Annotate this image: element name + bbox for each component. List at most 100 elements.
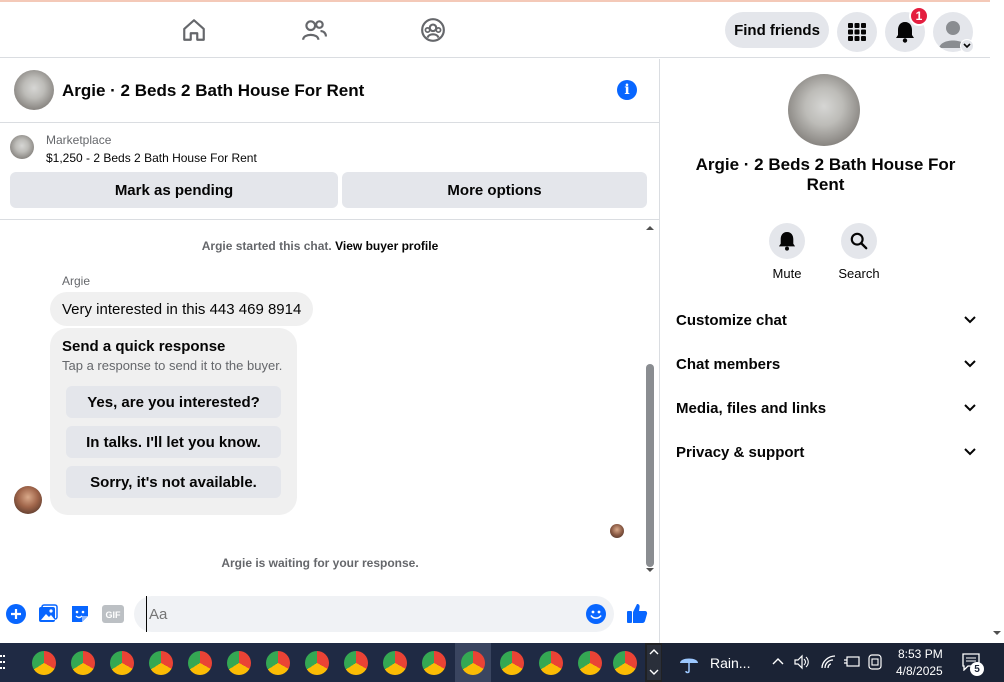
tray-chevron-up-icon[interactable]: [772, 657, 784, 665]
chat-members-row[interactable]: Chat members: [676, 353, 976, 375]
message-bubble[interactable]: Very interested in this 443 469 8914: [50, 292, 314, 326]
more-options-button[interactable]: More options: [342, 172, 647, 208]
chat-members-label: Chat members: [676, 355, 781, 373]
chrome-icon[interactable]: [344, 651, 368, 675]
bell-icon: [896, 22, 914, 43]
message-input-box[interactable]: [134, 596, 614, 632]
privacy-support-row[interactable]: Privacy & support: [676, 441, 976, 463]
chat-header: Argie · 2 Beds 2 Bath House For Rent i: [0, 59, 659, 123]
chat-started-text: Argie started this chat.: [201, 239, 332, 253]
view-buyer-profile-link[interactable]: View buyer profile: [335, 239, 438, 253]
chrome-icon[interactable]: [305, 651, 329, 675]
quick-response-in-talks[interactable]: In talks. I'll let you know.: [66, 426, 281, 458]
clock-date[interactable]: 4/8/2025: [896, 664, 943, 678]
page-scroll-down-icon[interactable]: [992, 629, 1002, 637]
taskbar-apps: [0, 643, 645, 682]
chrome-icon[interactable]: [613, 651, 637, 675]
customize-chat-row[interactable]: Customize chat: [676, 309, 976, 331]
info-icon[interactable]: i: [617, 80, 637, 100]
emoji-icon[interactable]: [586, 604, 606, 624]
customize-chat-label: Customize chat: [676, 311, 787, 329]
clock-time[interactable]: 8:53 PM: [898, 647, 943, 661]
menu-grid-button[interactable]: [837, 12, 877, 52]
groups-icon[interactable]: [419, 16, 447, 44]
chevron-down-icon[interactable]: [649, 668, 659, 676]
chrome-icon[interactable]: [71, 651, 95, 675]
details-title: Argie · 2 Beds 2 Bath House For Rent: [695, 155, 956, 194]
chrome-icon[interactable]: [227, 651, 251, 675]
umbrella-weather-icon[interactable]: [678, 653, 700, 675]
top-navigation-bar: Find friends 1: [0, 0, 990, 58]
gif-icon[interactable]: GIF: [102, 604, 124, 624]
message-input[interactable]: [146, 596, 576, 632]
sticker-icon[interactable]: [70, 604, 90, 624]
weather-text[interactable]: Rain...: [710, 655, 750, 671]
mute-bell-icon[interactable]: [769, 223, 805, 259]
chat-scroll-thumb[interactable]: [646, 364, 654, 567]
taskbar-overflow[interactable]: [647, 645, 661, 680]
action-center-badge: 5: [970, 662, 984, 676]
chrome-icon[interactable]: [188, 651, 212, 675]
chat-title[interactable]: Argie · 2 Beds 2 Bath House For Rent: [62, 81, 364, 101]
meet-now-icon[interactable]: [868, 654, 882, 670]
chrome-icon[interactable]: [149, 651, 173, 675]
details-listing-avatar[interactable]: [788, 74, 860, 146]
chat-started-notice: Argie started this chat. View buyer prof…: [0, 239, 640, 253]
waiting-notice: Argie is waiting for your response.: [221, 556, 419, 570]
chrome-icon[interactable]: [422, 651, 446, 675]
quick-response-card: Send a quick response Tap a response to …: [50, 328, 297, 515]
start-edge-icon[interactable]: [0, 653, 6, 671]
quick-response-title: Send a quick response: [62, 338, 226, 355]
listing-price-title[interactable]: $1,250 - 2 Beds 2 Bath House For Rent: [46, 151, 257, 165]
wifi-icon[interactable]: [820, 654, 836, 670]
chrome-icon[interactable]: [383, 651, 407, 675]
plus-icon[interactable]: [6, 604, 26, 624]
listing-thumbnail[interactable]: [10, 135, 34, 159]
chrome-icon[interactable]: [461, 651, 485, 675]
mark-as-pending-button[interactable]: Mark as pending: [10, 172, 338, 208]
mute-label: Mute: [772, 266, 802, 281]
search-action[interactable]: Search: [829, 223, 889, 281]
find-friends-button[interactable]: Find friends: [725, 12, 829, 48]
chrome-icon[interactable]: [266, 651, 290, 675]
notification-badge: 1: [909, 6, 929, 26]
media-files-links-row[interactable]: Media, files and links: [676, 397, 976, 419]
page-scrollbar[interactable]: [990, 59, 1004, 643]
marketplace-label: Marketplace: [46, 133, 112, 147]
account-chevron-icon[interactable]: [960, 39, 974, 53]
windows-taskbar: Rain... 8:53 PM 4/8/2025 5: [0, 643, 1004, 682]
photo-icon[interactable]: [38, 604, 58, 624]
chrome-icon[interactable]: [500, 651, 524, 675]
like-thumbs-up-icon[interactable]: [626, 602, 648, 624]
sender-name: Argie: [62, 274, 91, 288]
chrome-icon[interactable]: [32, 651, 56, 675]
battery-plug-icon[interactable]: [843, 655, 861, 669]
quick-response-yes[interactable]: Yes, are you interested?: [66, 386, 281, 418]
chevron-down-icon: [964, 448, 976, 456]
search-icon[interactable]: [841, 223, 877, 259]
chrome-icon[interactable]: [539, 651, 563, 675]
friends-icon[interactable]: [300, 16, 328, 44]
chevron-down-icon: [964, 404, 976, 412]
chat-panel: Argie · 2 Beds 2 Bath House For Rent i M…: [0, 59, 660, 643]
scroll-up-icon[interactable]: [645, 224, 655, 232]
home-icon[interactable]: [180, 16, 208, 44]
quick-response-subtitle: Tap a response to send it to the buyer.: [62, 358, 283, 373]
mute-action[interactable]: Mute: [757, 223, 817, 281]
chevron-down-icon: [964, 316, 976, 324]
quick-response-not-available[interactable]: Sorry, it's not available.: [66, 466, 281, 498]
grid-icon: [848, 23, 866, 41]
privacy-support-label: Privacy & support: [676, 443, 805, 461]
svg-text:GIF: GIF: [106, 610, 122, 620]
chrome-icon[interactable]: [578, 651, 602, 675]
marketplace-banner: Marketplace $1,250 - 2 Beds 2 Bath House…: [0, 124, 659, 220]
volume-icon[interactable]: [794, 654, 810, 670]
search-label: Search: [838, 266, 880, 281]
system-tray: Rain... 8:53 PM 4/8/2025 5: [662, 643, 1004, 682]
listing-avatar[interactable]: [14, 70, 54, 110]
chrome-icon[interactable]: [110, 651, 134, 675]
seen-receipt-avatar: [610, 524, 624, 538]
chevron-up-icon[interactable]: [649, 648, 659, 656]
scroll-down-icon[interactable]: [645, 566, 655, 574]
sender-avatar[interactable]: [14, 486, 42, 514]
